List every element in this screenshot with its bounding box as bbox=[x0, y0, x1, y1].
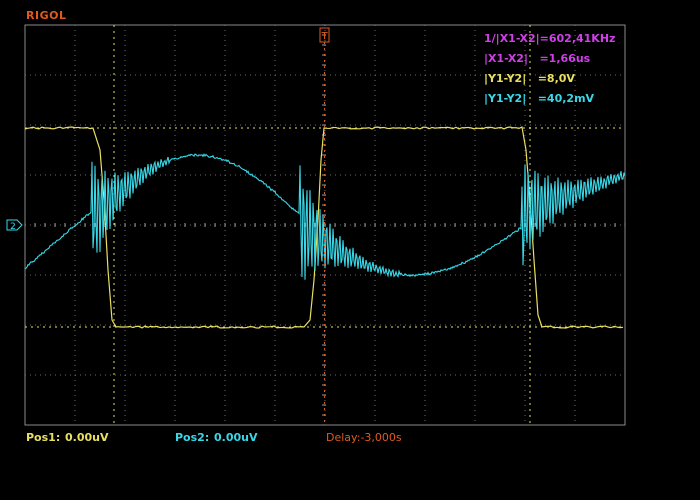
svg-text:T: T bbox=[320, 31, 328, 42]
readout-delta-y-ch1: |Y1-Y2| =8,0V bbox=[484, 72, 575, 85]
oscilloscope-display: T 2 bbox=[0, 0, 700, 500]
delay-readout: Delay:-3,000s bbox=[326, 431, 402, 444]
pos2-label: Pos2: bbox=[175, 431, 209, 444]
readout-frequency: 1/|X1-X2|=602,41KHz bbox=[484, 32, 615, 45]
readout-delta-y-ch2: |Y1-Y2| =40,2mV bbox=[484, 92, 594, 105]
pos2-value: 0.00uV bbox=[214, 431, 257, 444]
pos1-label: Pos1: bbox=[26, 431, 60, 444]
channel-2-marker-icon[interactable]: 2 bbox=[7, 220, 22, 232]
svg-text:2: 2 bbox=[10, 222, 16, 232]
pos1-value: 0.00uV bbox=[65, 431, 108, 444]
readout-delta-x: |X1-X2| =1,66us bbox=[484, 52, 590, 65]
